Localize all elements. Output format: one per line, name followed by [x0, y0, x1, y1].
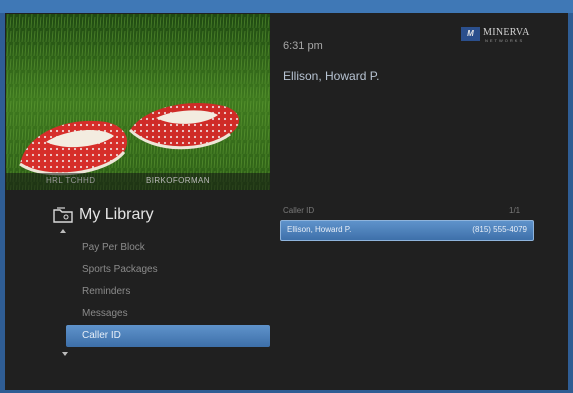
channel-name: BIRKOFORMAN: [146, 176, 210, 185]
brand-mark-icon: M: [461, 27, 480, 41]
caller-phone: (815) 555-4079: [472, 225, 527, 234]
tv-screen: HRL TCHHD BIRKOFORMAN 6:31 pm M MINERVA …: [0, 0, 573, 393]
menu-item-label: Pay Per Block: [82, 242, 145, 253]
channel-number: HRL TCHHD: [46, 176, 96, 185]
menu-item-label: Reminders: [82, 286, 131, 297]
right-frame: [568, 13, 573, 393]
menu-item-sports-packages[interactable]: Sports Packages: [66, 259, 270, 281]
brand-logo: M MINERVA NETWORKS: [461, 27, 541, 43]
caller-id-entry[interactable]: Ellison, Howard P. (815) 555-4079: [280, 220, 534, 241]
menu-item-label: Messages: [82, 308, 128, 319]
caller-id-count: 1/1: [509, 206, 521, 215]
video-frame-image: [6, 14, 270, 190]
selected-caller-name: Ellison, Howard P.: [283, 69, 380, 83]
caller-name: Ellison, Howard P.: [287, 225, 352, 234]
menu-item-caller-id[interactable]: Caller ID: [66, 325, 270, 347]
menu-item-label: Caller ID: [82, 330, 121, 341]
channel-info-strip: HRL TCHHD BIRKOFORMAN: [6, 173, 270, 190]
caller-id-header: Caller ID: [283, 206, 315, 215]
brand-subtitle: NETWORKS: [485, 38, 525, 43]
clock-time: 6:31 pm: [283, 40, 323, 52]
library-menu: Pay Per Block Sports Packages Reminders …: [66, 237, 270, 347]
menu-item-messages[interactable]: Messages: [66, 303, 270, 325]
left-frame: [0, 13, 5, 393]
menu-item-pay-per-block[interactable]: Pay Per Block: [66, 237, 270, 259]
menu-item-label: Sports Packages: [82, 264, 158, 275]
menu-item-reminders[interactable]: Reminders: [66, 281, 270, 303]
scroll-up-icon[interactable]: [60, 229, 66, 233]
scroll-down-icon[interactable]: [62, 352, 68, 356]
top-accent-bar: [0, 0, 573, 13]
live-video-preview: [6, 14, 270, 190]
folder-icon: [53, 207, 73, 223]
library-title: My Library: [79, 206, 154, 223]
brand-name: MINERVA: [483, 27, 530, 38]
